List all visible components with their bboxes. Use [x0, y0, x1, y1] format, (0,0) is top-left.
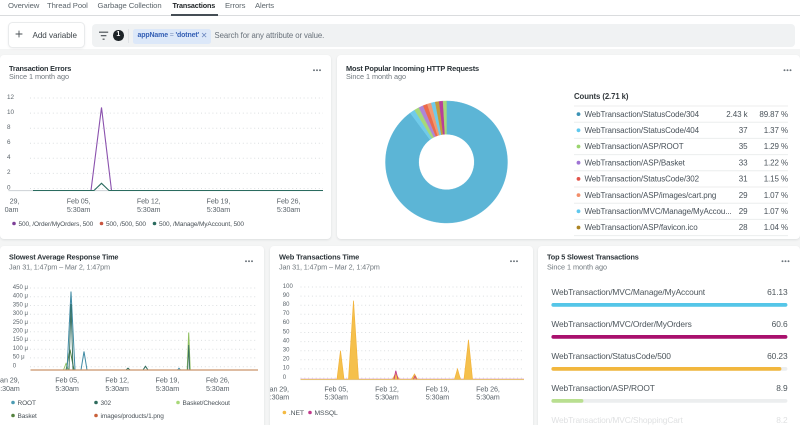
svg-text:90: 90 — [282, 292, 289, 298]
svg-text:Counts (2.71 k): Counts (2.71 k) — [574, 92, 629, 101]
svg-text:WebTransaction/MVC/ShoppingCar: WebTransaction/MVC/ShoppingCart — [551, 414, 683, 424]
svg-text:5:30am: 5:30am — [476, 392, 499, 401]
svg-text:0: 0 — [13, 363, 17, 369]
svg-text:1.04 %: 1.04 % — [763, 223, 787, 232]
svg-text:2.43 k: 2.43 k — [726, 110, 748, 119]
svg-text:1.22 %: 1.22 % — [763, 158, 787, 167]
svg-text:8.9: 8.9 — [776, 382, 788, 392]
svg-text:20: 20 — [282, 356, 289, 362]
svg-text:5:30am: 5:30am — [270, 392, 289, 401]
svg-text:250 μ: 250 μ — [13, 319, 29, 325]
svg-text:5:30am: 5:30am — [425, 392, 448, 401]
svg-text:29: 29 — [738, 191, 747, 200]
svg-text:.NET: .NET — [288, 409, 303, 416]
svg-text:1.29 %: 1.29 % — [763, 142, 787, 151]
svg-text:60: 60 — [282, 320, 289, 326]
svg-text:MSSQL: MSSQL — [314, 409, 338, 416]
svg-text:5:30am: 5:30am — [0, 383, 20, 392]
svg-text:5:30am: 5:30am — [55, 383, 78, 392]
svg-text:10: 10 — [7, 109, 15, 116]
svg-text:100: 100 — [282, 283, 293, 289]
svg-text:WebTransaction/StatusCode/304: WebTransaction/StatusCode/304 — [584, 110, 699, 119]
svg-text:WebTransaction/MVC/Manage/MyAc: WebTransaction/MVC/Manage/MyAccou... — [584, 207, 731, 216]
svg-text:150 μ: 150 μ — [13, 337, 29, 343]
svg-text:50: 50 — [282, 329, 289, 335]
svg-text:WebTransaction/StatusCode/404: WebTransaction/StatusCode/404 — [584, 126, 699, 135]
svg-text:WebTransaction/StatusCode/302: WebTransaction/StatusCode/302 — [584, 175, 699, 184]
svg-text:500, /500, 500: 500, /500, 500 — [106, 221, 146, 228]
svg-text:WebTransaction/ASP/images/cart: WebTransaction/ASP/images/cart.png — [584, 191, 716, 200]
svg-text:ROOT: ROOT — [18, 400, 36, 407]
svg-text:4: 4 — [7, 154, 11, 161]
svg-text:Basket/Checkout: Basket/Checkout — [183, 400, 231, 407]
svg-text:Since 1 month ago: Since 1 month ago — [547, 262, 607, 271]
svg-text:350 μ: 350 μ — [13, 302, 29, 308]
svg-text:WebTransaction/ASP/favicon.ico: WebTransaction/ASP/favicon.ico — [584, 223, 698, 232]
svg-text:30: 30 — [282, 347, 289, 353]
svg-text:100 μ: 100 μ — [13, 346, 29, 352]
svg-text:5:30am: 5:30am — [105, 383, 128, 392]
svg-text:0am: 0am — [5, 205, 19, 214]
svg-text:40: 40 — [282, 338, 289, 344]
svg-text:WebTransaction/ASP/Basket: WebTransaction/ASP/Basket — [584, 158, 685, 167]
svg-text:5:30am: 5:30am — [375, 392, 398, 401]
svg-text:400 μ: 400 μ — [13, 293, 29, 299]
svg-text:images/products/1.png: images/products/1.png — [101, 413, 165, 420]
svg-text:60.6: 60.6 — [772, 318, 788, 328]
svg-text:28: 28 — [738, 223, 747, 232]
svg-text:60.23: 60.23 — [767, 350, 788, 360]
svg-text:1.07 %: 1.07 % — [763, 191, 787, 200]
svg-text:29: 29 — [738, 207, 747, 216]
svg-text:70: 70 — [282, 311, 289, 317]
svg-text:Since 1 month ago: Since 1 month ago — [346, 72, 406, 81]
svg-text:12: 12 — [7, 94, 15, 101]
svg-text:5:30am: 5:30am — [137, 205, 160, 214]
svg-text:8.2: 8.2 — [776, 414, 788, 424]
svg-text:31: 31 — [738, 175, 747, 184]
svg-text:5:30am: 5:30am — [206, 383, 229, 392]
svg-text:80: 80 — [282, 302, 289, 308]
svg-text:5:30am: 5:30am — [207, 205, 230, 214]
svg-text:5:30am: 5:30am — [67, 205, 90, 214]
svg-text:WebTransaction/ASP/ROOT: WebTransaction/ASP/ROOT — [551, 382, 654, 392]
svg-text:5:30am: 5:30am — [156, 383, 179, 392]
svg-text:WebTransaction/MVC/Manage/MyAc: WebTransaction/MVC/Manage/MyAccount — [551, 286, 705, 296]
svg-text:Since 1 month ago: Since 1 month ago — [9, 72, 69, 81]
svg-text:1.07 %: 1.07 % — [763, 207, 787, 216]
svg-text:WebTransaction/ASP/ROOT: WebTransaction/ASP/ROOT — [584, 142, 683, 151]
svg-text:61.13: 61.13 — [767, 286, 788, 296]
svg-text:2: 2 — [7, 169, 11, 176]
svg-text:1.15 %: 1.15 % — [763, 175, 787, 184]
svg-text:10: 10 — [282, 365, 289, 371]
svg-text:0: 0 — [282, 374, 286, 380]
svg-text:89.87 %: 89.87 % — [759, 110, 788, 119]
svg-text:50 μ: 50 μ — [13, 354, 25, 360]
svg-text:37: 37 — [738, 126, 747, 135]
svg-text:5:30am: 5:30am — [277, 205, 300, 214]
svg-text:Jan 31, 1:47pm – Mar 2, 1:47pm: Jan 31, 1:47pm – Mar 2, 1:47pm — [9, 262, 110, 271]
svg-text:8: 8 — [7, 124, 11, 131]
svg-text:Jan 31, 1:47pm – Mar 2, 1:47pm: Jan 31, 1:47pm – Mar 2, 1:47pm — [278, 262, 379, 271]
svg-text:1.37 %: 1.37 % — [763, 126, 787, 135]
svg-text:500, /Order/MyOrders, 500: 500, /Order/MyOrders, 500 — [19, 221, 94, 228]
svg-text:Slowest Average Response Time: Slowest Average Response Time — [9, 252, 118, 261]
svg-text:302: 302 — [101, 400, 112, 407]
svg-text:450 μ: 450 μ — [13, 284, 29, 290]
svg-text:33: 33 — [738, 158, 747, 167]
svg-text:35: 35 — [738, 142, 747, 151]
svg-text:500, /Manage/MyAccount, 500: 500, /Manage/MyAccount, 500 — [159, 221, 244, 228]
svg-text:WebTransaction/StatusCode/500: WebTransaction/StatusCode/500 — [551, 350, 671, 360]
svg-text:5:30am: 5:30am — [324, 392, 347, 401]
svg-text:Basket: Basket — [18, 413, 37, 420]
svg-text:6: 6 — [7, 139, 11, 146]
svg-text:200 μ: 200 μ — [13, 328, 29, 334]
svg-text:Top 5 Slowest Transactions: Top 5 Slowest Transactions — [547, 252, 639, 261]
svg-text:Web Transactions Time: Web Transactions Time — [278, 252, 358, 261]
svg-text:WebTransaction/MVC/Order/MyOrd: WebTransaction/MVC/Order/MyOrders — [551, 318, 691, 328]
svg-text:300 μ: 300 μ — [13, 311, 29, 317]
